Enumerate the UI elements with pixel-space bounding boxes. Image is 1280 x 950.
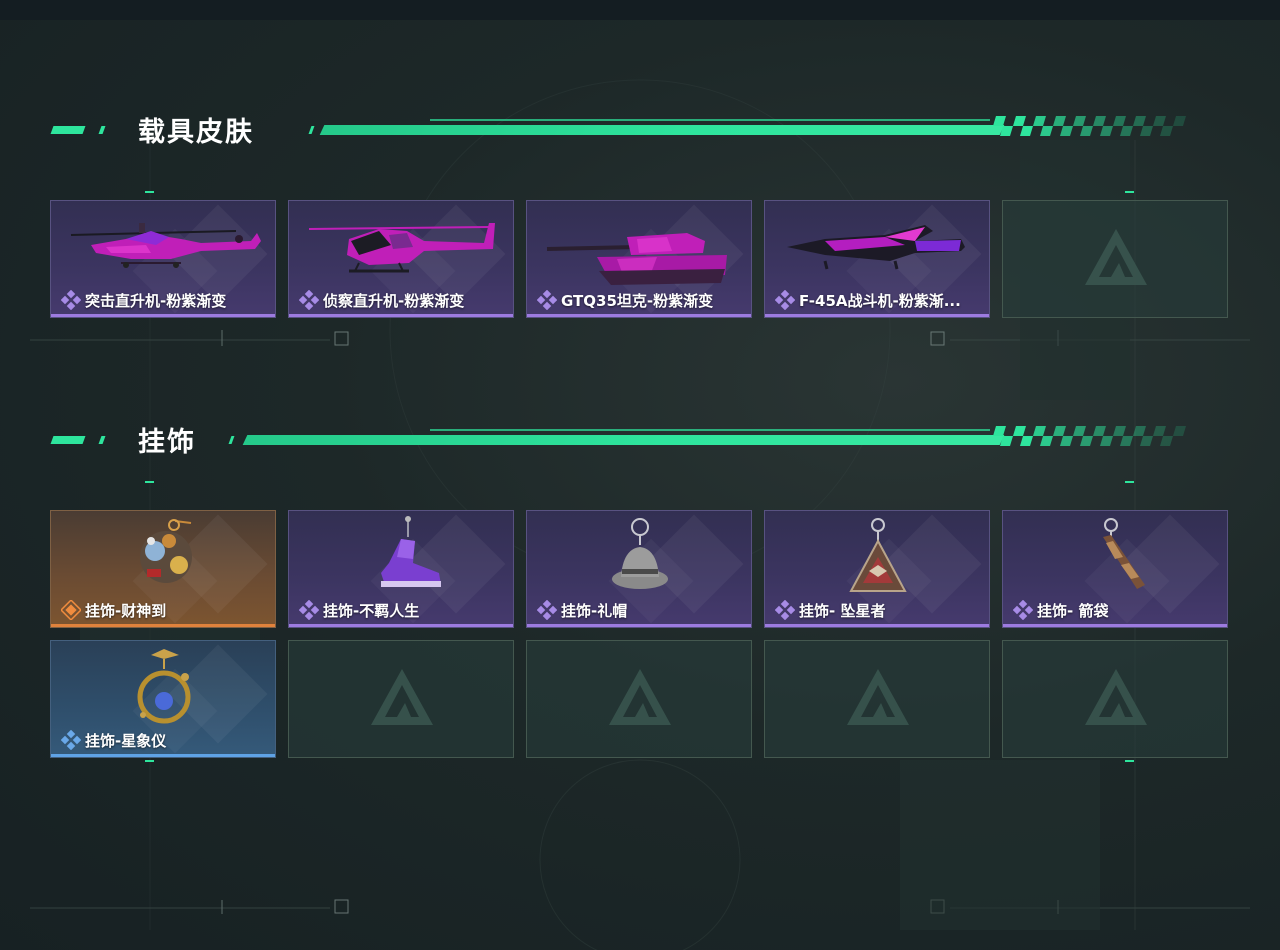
fighter-jet-image (787, 225, 965, 270)
empty-slot[interactable] (526, 640, 752, 758)
empty-slot[interactable] (1002, 200, 1228, 318)
vehicle-skin-card-scout-helicopter[interactable]: 侦察直升机-粉紫渐变 (288, 200, 514, 318)
rarity-diamond-icon (537, 600, 557, 620)
vehicle-skin-card-fighter-jet[interactable]: F-45A战斗机-粉紫渐... (764, 200, 990, 318)
rarity-underline (527, 624, 751, 627)
empty-slot[interactable] (764, 640, 990, 758)
empty-slot-logo-icon (371, 669, 433, 725)
sneaker-charm-image (381, 516, 441, 587)
empty-slot-logo-icon (847, 669, 909, 725)
card-label: 挂饰-礼帽 (561, 601, 628, 620)
vehicle-skin-card-tank[interactable]: GTQ35坦克-粉紫渐变 (526, 200, 752, 318)
rarity-underline (765, 624, 989, 627)
section-title: 挂饰 (138, 427, 196, 458)
header-dash (50, 126, 86, 134)
charm-card-astrolabe[interactable]: 挂饰-星象仪 (50, 640, 276, 758)
card-label: 挂饰- 坠星者 (799, 601, 886, 620)
card-label: GTQ35坦克-粉紫渐变 (561, 291, 714, 310)
card-label: 挂饰-财神到 (85, 601, 167, 620)
rarity-diamond-icon (61, 730, 81, 750)
charm-card-fedora[interactable]: 挂饰-礼帽 (526, 510, 752, 628)
rarity-diamond-icon (299, 600, 319, 620)
header-dash-small (98, 436, 106, 444)
header-checker-pattern (993, 116, 1186, 136)
corner-tick (1125, 191, 1134, 193)
quiver-charm-image (1103, 518, 1145, 589)
charm-card-triangle-pendant[interactable]: 挂饰- 坠星者 (764, 510, 990, 628)
rarity-underline (51, 754, 275, 757)
scout-helicopter-image (308, 223, 495, 273)
card-label: F-45A战斗机-粉紫渐... (799, 291, 961, 310)
rarity-diamond-icon (537, 290, 557, 310)
charm-card-quiver[interactable]: 挂饰- 箭袋 (1002, 510, 1228, 628)
charm-card-fortune-god[interactable]: 挂饰-财神到 (50, 510, 276, 628)
corner-tick (145, 191, 154, 193)
corner-tick (145, 760, 154, 762)
rarity-diamond-icon (61, 290, 81, 310)
header-thin-line (430, 429, 990, 431)
vehicle-skins-header: 载具皮肤 (0, 116, 1280, 148)
card-label: 突击直升机-粉紫渐变 (85, 291, 227, 310)
rarity-diamond-icon (775, 600, 795, 620)
corner-tick (1125, 760, 1134, 762)
triangle-pendant-charm-image (849, 518, 907, 592)
tank-image (546, 233, 727, 285)
charm-card-sneaker[interactable]: 挂饰-不羁人生 (288, 510, 514, 628)
rarity-underline (1003, 624, 1227, 627)
header-bar (242, 435, 1005, 445)
fortune-god-charm-image (140, 519, 192, 583)
empty-slot-logo-icon (1085, 669, 1147, 725)
rarity-diamond-icon (61, 600, 81, 620)
card-label: 侦察直升机-粉紫渐变 (323, 291, 465, 310)
header-bar (319, 125, 1005, 135)
header-dash (50, 436, 86, 444)
top-bar (0, 0, 1280, 20)
section-title: 载具皮肤 (138, 117, 254, 148)
card-label: 挂饰-不羁人生 (323, 601, 420, 620)
rarity-underline (51, 624, 275, 627)
rarity-underline (289, 624, 513, 627)
corner-tick (1125, 481, 1134, 483)
rarity-underline (51, 314, 275, 317)
charms-header: 挂饰 (0, 426, 1280, 458)
rarity-underline (765, 314, 989, 317)
rarity-underline (527, 314, 751, 317)
astrolabe-charm-image (137, 649, 191, 724)
header-dash-small (98, 126, 106, 134)
corner-tick (145, 481, 154, 483)
card-label: 挂饰-星象仪 (85, 731, 167, 750)
empty-slot[interactable] (1002, 640, 1228, 758)
header-checker-pattern (993, 426, 1186, 446)
attack-helicopter-image (70, 223, 261, 268)
empty-slot[interactable] (288, 640, 514, 758)
header-thin-line (430, 119, 990, 121)
header-dash-small (228, 436, 235, 444)
header-dash-small (308, 126, 315, 134)
card-label: 挂饰- 箭袋 (1037, 601, 1109, 620)
empty-slot-logo-icon (609, 669, 671, 725)
rarity-diamond-icon (1013, 600, 1033, 620)
rarity-underline (289, 314, 513, 317)
rarity-diamond-icon (299, 290, 319, 310)
fedora-charm-image (612, 518, 668, 589)
vehicle-skin-card-attack-helicopter[interactable]: 突击直升机-粉紫渐变 (50, 200, 276, 318)
rarity-diamond-icon (775, 290, 795, 310)
empty-slot-logo-icon (1085, 229, 1147, 285)
